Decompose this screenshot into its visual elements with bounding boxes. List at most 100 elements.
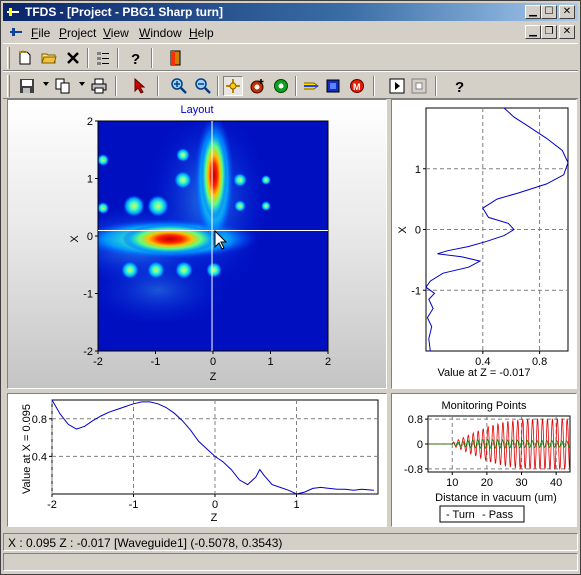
svg-text:M: M <box>353 82 361 92</box>
app-icon <box>7 8 19 16</box>
cross-section-z-line <box>51 399 374 495</box>
title-bar[interactable]: TFDS - [Project - PBG1 Sharp turn] ▁ ☐ ✕ <box>3 3 578 21</box>
pointer-icon[interactable] <box>129 76 149 96</box>
run-icon[interactable] <box>323 76 343 96</box>
cross-section-x-axes: 0.4 0.810-1 <box>411 107 569 368</box>
tick-label-x: -2 <box>93 356 103 368</box>
separator <box>435 76 437 96</box>
new-file-icon[interactable] <box>15 48 35 68</box>
status-bar: X : 0.095 Z : -0.017 [Waveguide1] (-0.50… <box>3 533 578 551</box>
separator <box>115 76 117 96</box>
toolbar-grip[interactable] <box>7 75 10 97</box>
add-monitor-icon[interactable] <box>271 76 291 96</box>
help-icon[interactable]: ? <box>125 48 145 68</box>
tick-label-y: -1 <box>411 285 421 297</box>
open-folder-icon[interactable] <box>39 48 59 68</box>
separator <box>217 76 219 96</box>
separator <box>373 76 375 96</box>
stop-icon[interactable] <box>409 76 429 96</box>
tick-label-y: 0 <box>417 439 423 451</box>
maximize-button[interactable]: ☐ <box>541 5 557 19</box>
toolbar-simulation: M ? <box>3 71 578 99</box>
tick-label-x: 0.8 <box>532 356 547 368</box>
tick-label-x: 30 <box>515 477 527 489</box>
crosshair-icon[interactable] <box>223 76 243 96</box>
zoom-out-icon[interactable] <box>193 76 213 96</box>
layout-ylabel: X <box>69 235 81 243</box>
close-button[interactable]: ✕ <box>559 5 575 19</box>
tick-label-x: -1 <box>129 499 139 511</box>
tick-label-x: -1 <box>151 356 161 368</box>
tick-label-x: 40 <box>550 477 562 489</box>
layout-title: Layout <box>180 104 213 116</box>
exit-icon[interactable] <box>165 48 185 68</box>
menu-help[interactable]: Help <box>189 26 214 40</box>
cross-section-x-chart[interactable]: 0.4 0.810-1 Value at Z = -0.017 X <box>392 100 576 388</box>
monitoring-points-panel: Monitoring Points 10 20 30 40 0.8 0 -0.8 Dista… <box>391 393 577 527</box>
tick-label-y: -2 <box>83 346 93 358</box>
tick-label-x: 2 <box>325 356 331 368</box>
cross-section-x-xlabel: Value at Z = -0.017 <box>437 367 530 379</box>
main-window: TFDS - [Project - PBG1 Sharp turn] ▁ ☐ ✕… <box>0 0 581 575</box>
legend-pass: - Pass <box>482 509 514 521</box>
status-bar-secondary <box>3 553 578 571</box>
record-icon[interactable]: M <box>347 76 367 96</box>
child-minimize-button[interactable]: ▁ <box>525 25 541 39</box>
help-icon[interactable]: ? <box>449 76 469 96</box>
tick-label-x: 10 <box>446 477 458 489</box>
monitoring-xlabel: Distance in vacuum (um) <box>435 492 557 504</box>
tick-label-x: 0 <box>212 499 218 511</box>
layout-panel: Layout -2 -1 0 1 2 2 1 0 -1 -2 Z X <box>7 99 387 389</box>
copy-dropdown-arrow[interactable] <box>79 82 85 86</box>
cross-section-z-chart[interactable]: -2 -1 0 1 0.8 0.4 Z Value at X = 0.095 <box>8 394 386 526</box>
add-source-icon[interactable] <box>247 76 267 96</box>
cross-section-x-ylabel: X <box>397 226 409 234</box>
document-icon[interactable] <box>9 26 23 38</box>
monitoring-points-chart[interactable]: Monitoring Points 10 20 30 40 0.8 0 -0.8 Dista… <box>392 394 576 526</box>
step-icon[interactable] <box>387 76 407 96</box>
tick-label-y: 0.4 <box>32 451 47 463</box>
tick-label-x: 0 <box>210 356 216 368</box>
layout-chart[interactable]: Layout -2 -1 0 1 2210-1-2 Z X <box>8 100 386 388</box>
tick-label-y: 0 <box>87 231 93 243</box>
copy-icon[interactable] <box>53 76 73 96</box>
waveguide-icon[interactable] <box>301 76 321 96</box>
tick-label-x: 1 <box>267 356 273 368</box>
print-icon[interactable] <box>89 76 109 96</box>
legend-turn: - Turn <box>446 509 475 521</box>
save-dropdown-arrow[interactable] <box>43 82 49 86</box>
tick-label-x: 1 <box>293 499 299 511</box>
svg-text:?: ? <box>455 79 464 94</box>
tick-label-y: 2 <box>87 116 93 128</box>
toolbar-grip[interactable] <box>7 47 10 69</box>
zoom-in-icon[interactable] <box>169 76 189 96</box>
child-restore-button[interactable]: ❐ <box>541 25 557 39</box>
toolbar-main: ? <box>3 43 578 71</box>
menu-view[interactable]: View <box>103 26 129 40</box>
minimize-button[interactable]: ▁ <box>525 5 541 19</box>
separator <box>151 48 153 68</box>
separator <box>117 48 119 68</box>
tick-label-y: 1 <box>415 164 421 176</box>
menu-bar: File Project View Window Help ▁ ❐ ✕ <box>3 22 578 42</box>
menu-project[interactable]: Project <box>59 26 96 40</box>
monitoring-title: Monitoring Points <box>442 400 527 412</box>
menu-file[interactable]: File <box>31 26 50 40</box>
status-coordinates: X : 0.095 Z : -0.017 [Waveguide1] (-0.50… <box>8 536 283 550</box>
delete-icon[interactable] <box>63 48 83 68</box>
tick-label-y: 0.8 <box>408 414 423 426</box>
properties-icon[interactable] <box>93 48 113 68</box>
tick-label-x: 20 <box>481 477 493 489</box>
tick-label-y: 0 <box>415 225 421 237</box>
tick-label-x: -2 <box>47 499 57 511</box>
cross-section-z-xlabel: Z <box>211 512 218 524</box>
cross-section-x-panel: 0.4 0.8 1 0 -1 Value at Z = -0.017 X <box>391 99 577 389</box>
save-icon[interactable] <box>17 76 37 96</box>
cross-section-z-axes: -2 -1 0 1 0.8 0.4 <box>32 399 379 511</box>
child-close-button[interactable]: ✕ <box>559 25 575 39</box>
monitoring-axes: 10 20 30 40 0.8 0 -0.8 <box>404 414 571 489</box>
cross-section-z-ylabel: Value at X = 0.095 <box>21 404 33 494</box>
separator <box>295 76 297 96</box>
tick-label-y: 1 <box>87 174 93 186</box>
menu-window[interactable]: Window <box>139 26 182 40</box>
